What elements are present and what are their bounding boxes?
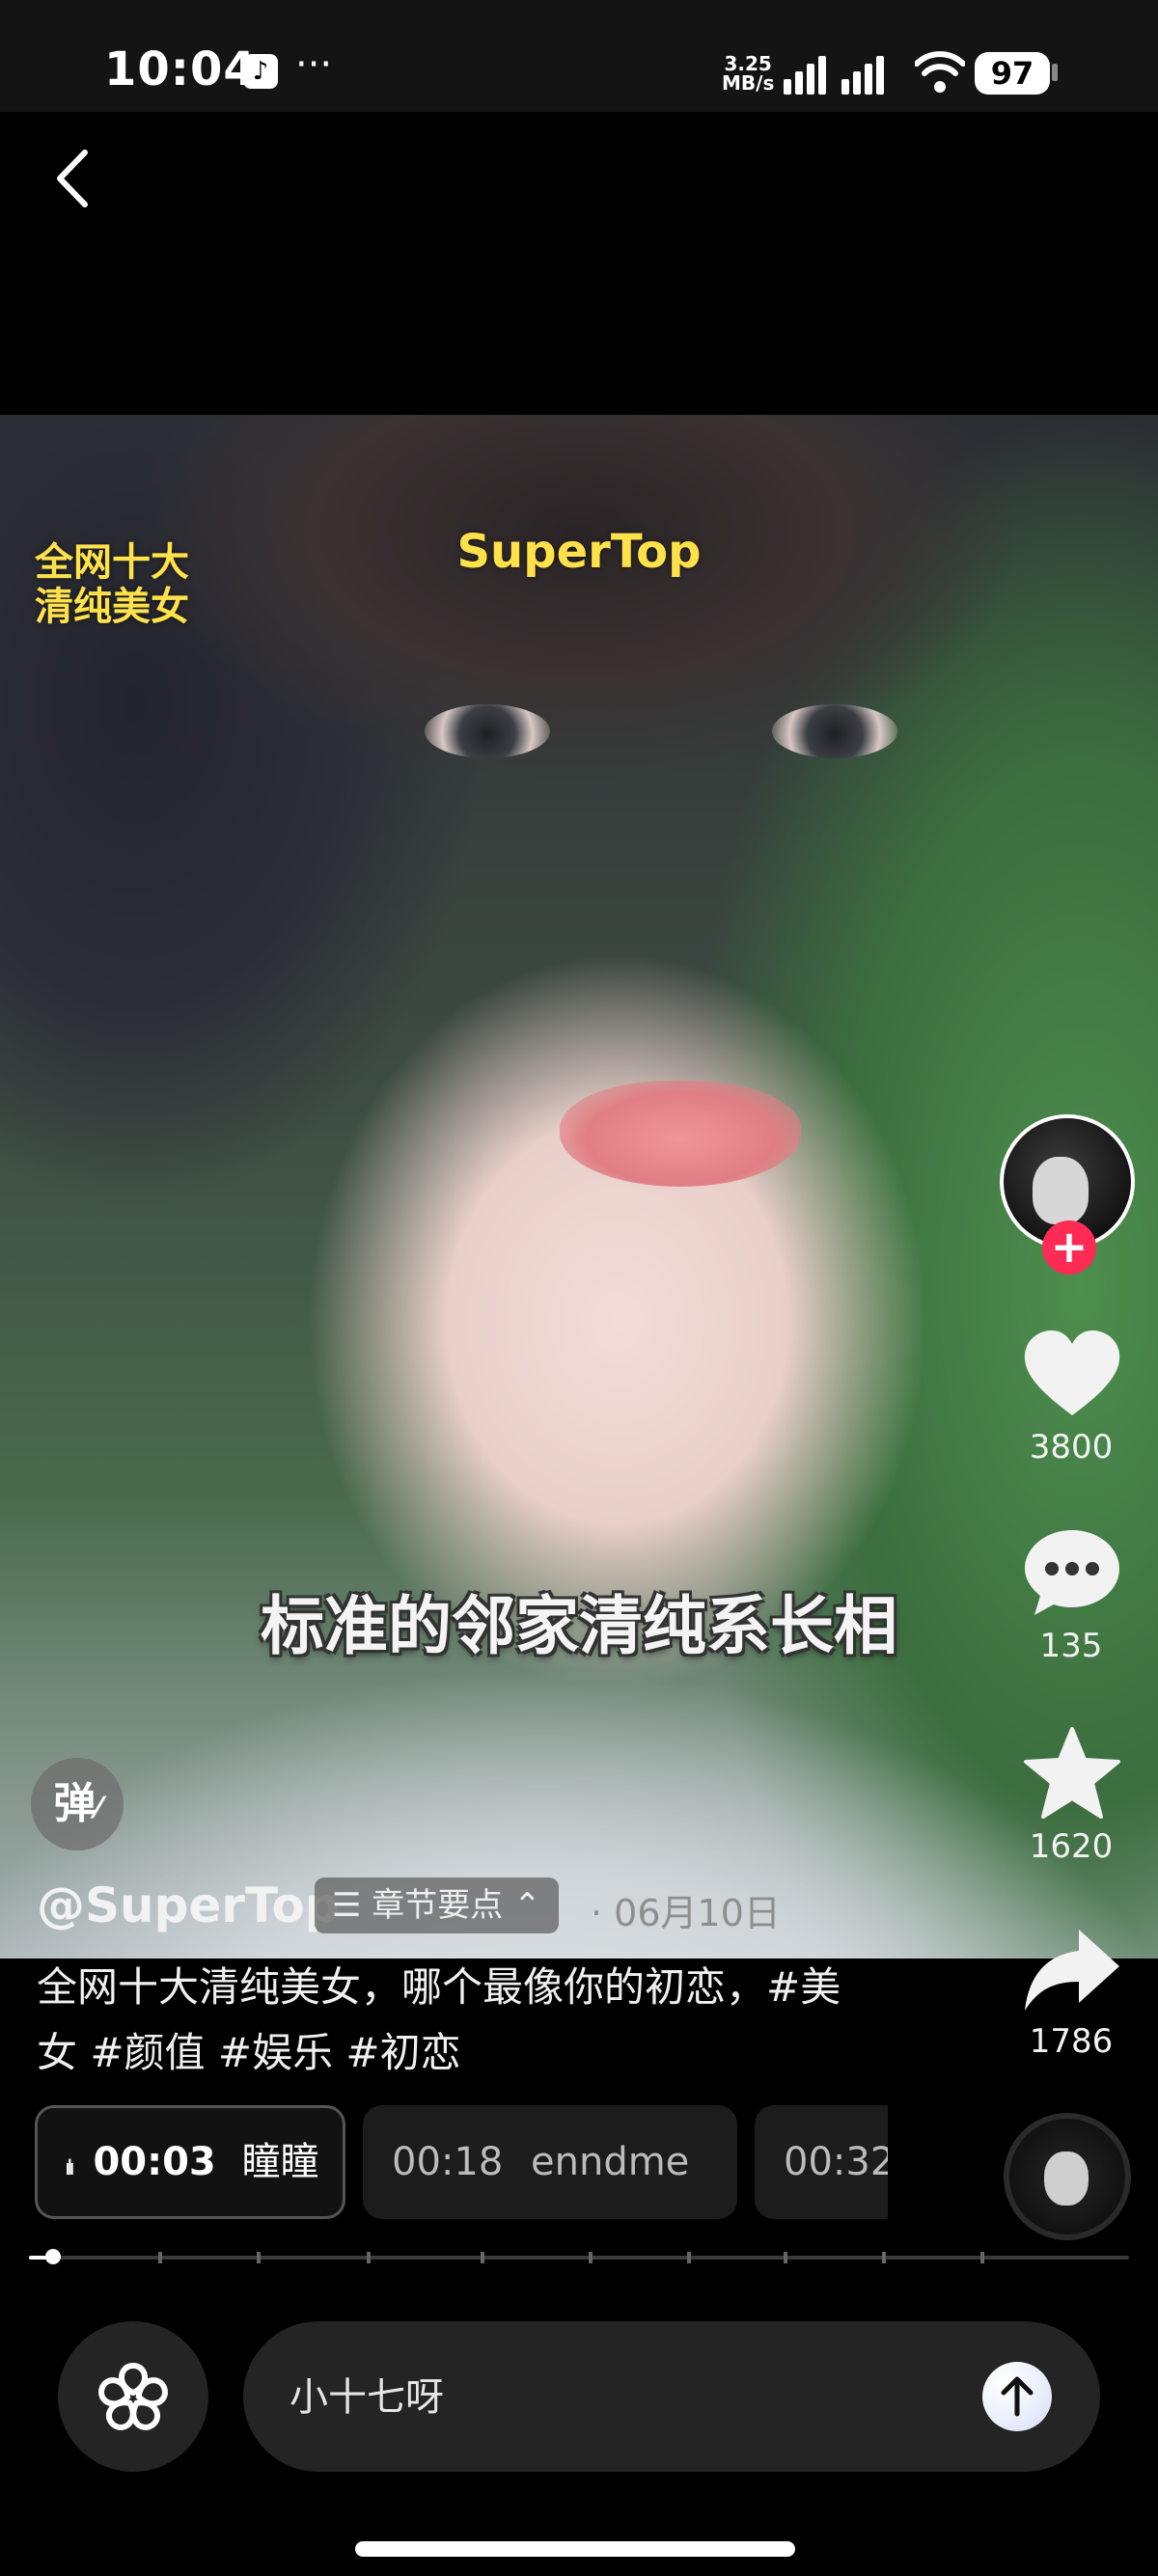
favorite-count: 1620 xyxy=(1029,1827,1114,1866)
wifi-icon xyxy=(915,51,965,93)
chapter-tick xyxy=(158,2252,162,2263)
post-date: · 06月10日 xyxy=(591,1892,781,1934)
comment-input-text: 小十七呀 xyxy=(290,2375,444,2420)
more-notifications-icon: ··· xyxy=(295,42,333,87)
progress-handle[interactable] xyxy=(45,2249,61,2264)
list-icon: ☰ xyxy=(332,1886,362,1925)
danmaku-toggle-button[interactable]: 弹⁄ xyxy=(31,1758,124,1850)
chapter-tick xyxy=(367,2252,371,2263)
chapter-chip-2[interactable]: 00:18 enndme xyxy=(363,2105,737,2219)
video-lips xyxy=(560,1081,801,1187)
arrow-up-icon xyxy=(1001,2376,1034,2417)
chapter-tick xyxy=(481,2252,484,2263)
flower-icon xyxy=(98,2362,168,2430)
video-eye-right xyxy=(772,704,897,758)
chapter-tick xyxy=(980,2252,984,2263)
avatar-face xyxy=(1033,1157,1089,1224)
post-description: 全网十大清纯美女，哪个最像你的初恋，#美 女 #颜值 #娱乐 #初恋 xyxy=(37,1963,841,2076)
status-time: 10:04 xyxy=(104,42,257,96)
network-speed: 3.25 MB/s xyxy=(722,52,775,95)
chapter-tick xyxy=(257,2252,261,2263)
share-count: 1786 xyxy=(1029,2022,1114,2061)
video-hair-shade xyxy=(145,415,1013,839)
chapter-chip-3[interactable]: 00:32 xyxy=(755,2105,888,2219)
disc-face xyxy=(1044,2151,1089,2206)
music-disc-avatar[interactable] xyxy=(1004,2113,1131,2240)
emoji-button[interactable] xyxy=(58,2321,208,2472)
chapter-chip-1[interactable]: ıIı 00:03 瞳瞳 xyxy=(35,2105,345,2219)
chapter-tick xyxy=(882,2252,886,2263)
chapter-tick xyxy=(687,2252,691,2263)
tiktok-notification-icon: ♪ xyxy=(243,54,278,89)
home-indicator xyxy=(355,2541,795,2557)
comment-bubble-icon[interactable] xyxy=(1019,1524,1125,1621)
like-heart-icon[interactable] xyxy=(1019,1327,1125,1423)
send-button[interactable] xyxy=(982,2362,1052,2431)
signal-icon xyxy=(784,56,884,95)
progress-track[interactable] xyxy=(29,2256,1129,2260)
chapter-tick xyxy=(589,2252,593,2263)
follow-button[interactable]: + xyxy=(1042,1220,1096,1274)
author-name[interactable]: @SuperTop xyxy=(37,1877,340,1933)
back-arrow-icon[interactable] xyxy=(48,145,96,212)
chevron-up-icon: ⌃ xyxy=(513,1886,541,1925)
share-arrow-icon[interactable] xyxy=(1019,1922,1125,2018)
battery-level: 97 xyxy=(975,52,1050,95)
video-player[interactable] xyxy=(0,415,1158,1959)
video-overlay-brand: SuperTop xyxy=(456,525,702,579)
playing-indicator-icon: ıIı xyxy=(65,2156,75,2180)
battery-tip xyxy=(1052,64,1058,81)
chapter-points-button[interactable]: ☰ 章节要点 ⌃ xyxy=(315,1877,559,1933)
comment-count: 135 xyxy=(1039,1627,1103,1665)
like-count: 3800 xyxy=(1029,1428,1114,1466)
chapter-tick xyxy=(784,2252,787,2263)
video-subtitle: 标准的邻家清纯系长相 xyxy=(261,1589,897,1663)
favorite-star-icon[interactable] xyxy=(1019,1725,1125,1822)
video-eye-left xyxy=(425,704,550,758)
chapter-points-label: 章节要点 xyxy=(372,1886,504,1925)
chapter-list: ıIı 00:03 瞳瞳 00:18 enndme 00:32 xyxy=(0,2105,888,2219)
